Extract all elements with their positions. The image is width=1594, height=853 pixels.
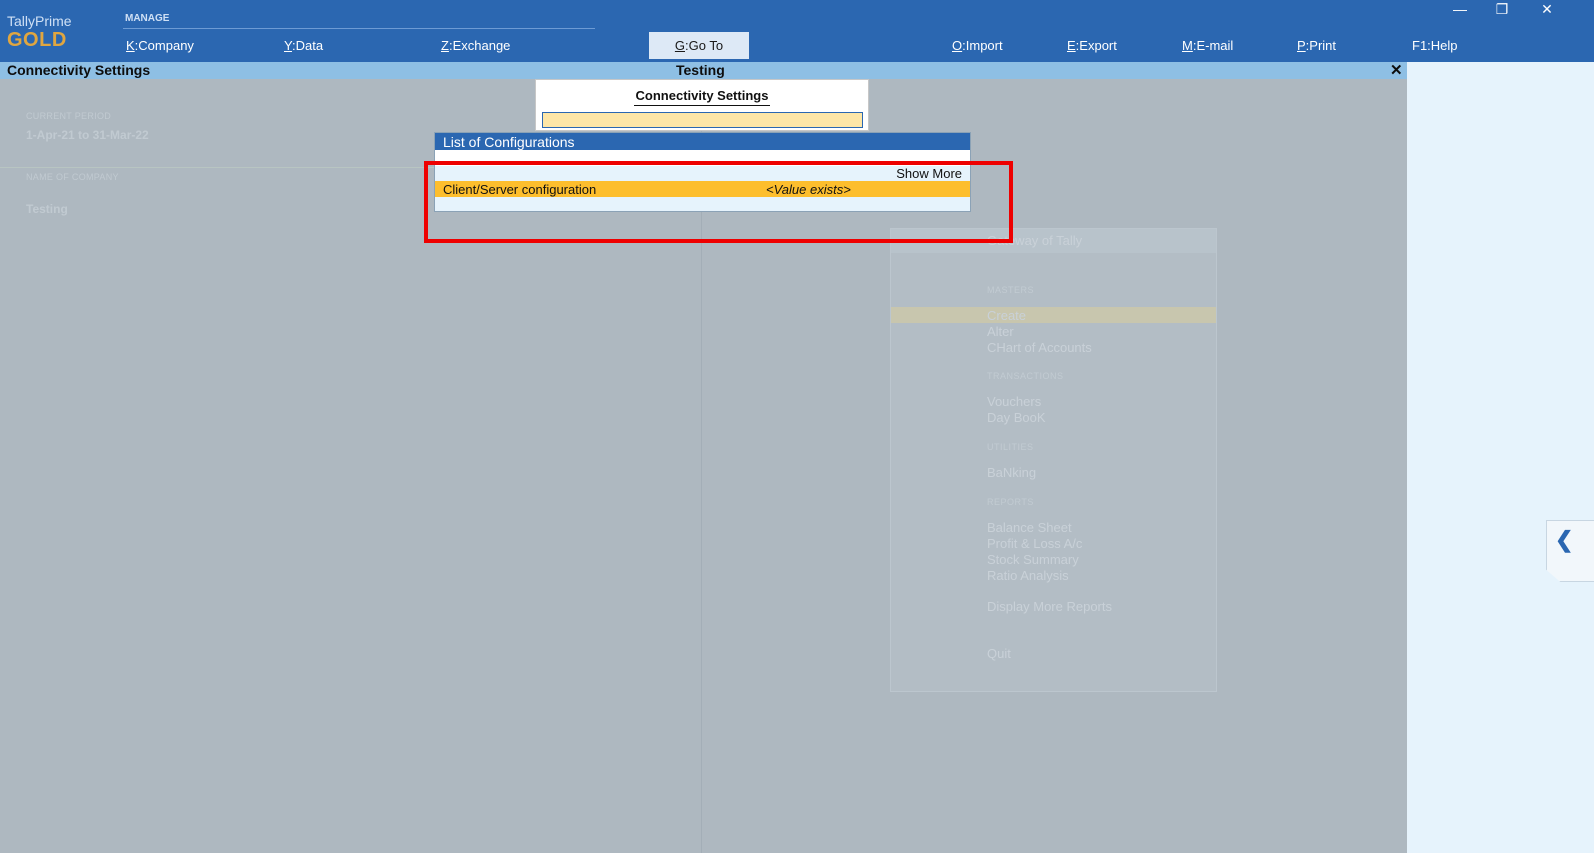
gateway-item-more-reports: Display More Reports [987,599,1112,614]
manage-divider [123,28,595,29]
menu-exchange-label: Exchange [452,38,511,53]
right-button-panel [1407,62,1594,853]
brand-name: TallyPrime [7,13,72,29]
gateway-section-masters: MASTERS [987,285,1035,295]
close-screen-icon[interactable]: ✕ [1390,62,1403,79]
menu-import[interactable]: O:Import [952,38,1003,53]
menu-import-key: O [952,38,963,53]
gateway-item-profit-loss: Profit & Loss A/c [987,536,1083,551]
screen-title: Connectivity Settings [7,62,151,78]
top-menu-bar: TallyPrime GOLD MANAGE K:Company Y:Data … [0,0,1594,62]
annotation-highlight-box [424,161,1013,243]
manage-label: MANAGE [125,13,170,24]
gateway-item-vouchers: Vouchers [987,394,1042,409]
menu-import-label: Import [965,38,1003,53]
menu-print-label: Print [1309,38,1337,53]
menu-export[interactable]: E:Export [1067,38,1117,53]
menu-email[interactable]: M:E-mail [1182,38,1233,53]
title-underline [634,105,770,106]
gateway-item-chart: CHart of Accounts [987,340,1092,355]
menu-goto[interactable]: G:Go To [649,32,749,59]
gateway-item-create: Create [987,308,1027,323]
menu-goto-key: G [674,38,686,53]
menu-print[interactable]: P:Print [1297,38,1336,53]
configuration-list-title: List of Configurations [443,134,575,150]
restore-icon[interactable]: ❐ [1490,1,1514,19]
connectivity-settings-title: Connectivity Settings [635,88,769,103]
menu-help-key: F1 [1412,38,1428,53]
menu-export-label: Export [1079,38,1117,53]
gateway-selected-row [891,307,1216,323]
close-window-icon[interactable]: ✕ [1535,1,1559,19]
expand-panel-tab[interactable]: ❮ [1546,520,1594,582]
menu-data[interactable]: Y:Data [284,38,323,53]
current-period-label: CURRENT PERIOD [26,111,112,121]
gateway-item-ratio-analysis: Ratio Analysis [987,568,1069,583]
gateway-item-balance-sheet: Balance Sheet [987,520,1072,535]
chevron-left-icon: ❮ [1555,527,1574,552]
gateway-section-transactions: TRANSACTIONS [987,371,1064,381]
menu-export-key: E [1067,38,1076,53]
connectivity-settings-popup: Connectivity Settings [535,79,869,131]
configuration-list-header: List of Configurations [435,133,970,150]
menu-print-key: P [1297,38,1306,53]
gateway-item-banking: BaNking [987,465,1037,480]
menu-data-label: Data [295,38,324,53]
menu-company[interactable]: K:Company [126,38,194,53]
menu-exchange[interactable]: Z:Exchange [441,38,510,53]
gateway-item-alter: Alter [987,324,1014,339]
gateway-panel: Gateway of Tally MASTERS Create Alter CH… [890,228,1217,692]
company-title: Testing [676,62,725,78]
company-name-label: NAME OF COMPANY [26,172,119,182]
gateway-section-reports: REPORTS [987,497,1034,507]
screen-title-bar: Connectivity Settings Testing ✕ [0,62,1407,79]
menu-help[interactable]: F1:Help [1412,38,1458,53]
configuration-input[interactable] [542,112,863,128]
menu-company-key: K [126,38,135,53]
menu-email-key: M [1182,38,1193,53]
menu-exchange-key: Z [441,38,449,53]
menu-data-key: Y [284,38,292,53]
menu-email-label: E-mail [1196,38,1234,53]
gateway-item-quit: Quit [987,646,1011,661]
gateway-item-daybook: Day BooK [987,410,1046,425]
current-period-value: 1-Apr-21 to 31-Mar-22 [26,128,149,142]
minimize-icon[interactable]: — [1448,1,1472,19]
brand-edition: GOLD [7,29,67,51]
menu-goto-label: Go To [688,38,724,53]
menu-help-label: Help [1430,38,1458,53]
company-name-value: Testing [26,202,68,216]
gateway-section-utilities: UTILITIES [987,442,1034,452]
menu-company-label: Company [138,38,194,53]
gateway-item-stock-summary: Stock Summary [987,552,1079,567]
